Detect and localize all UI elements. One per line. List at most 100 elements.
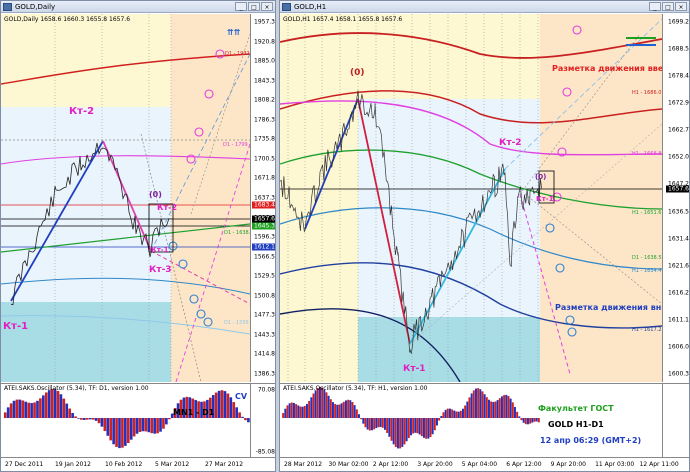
- oscillator-bar: [9, 403, 13, 418]
- maximize-button[interactable]: □: [248, 2, 260, 11]
- oscillator-bar: [214, 392, 218, 418]
- oscillator-bar: [312, 393, 315, 418]
- oscillator-bar: [303, 405, 306, 418]
- h1-oscillator-chart: [282, 387, 540, 449]
- oscillator-bar: [427, 418, 430, 439]
- oscillator-bar: [33, 402, 36, 418]
- h1-kt1-label: Кт-1: [403, 364, 426, 374]
- kt1b-label: Кт-1: [151, 246, 169, 254]
- oscillator-bar: [340, 403, 343, 418]
- oscillator-bar: [457, 411, 460, 418]
- h1-price-tick: 1616.2: [668, 289, 689, 297]
- oscillator-bar: [455, 411, 458, 418]
- daily-oscillator-chart: [3, 388, 250, 449]
- close-button[interactable]: ×: [261, 2, 273, 11]
- oscillator-bar: [425, 418, 428, 439]
- h1-price-plot[interactable]: GOLD,H1 1657.4 1658.1 1655.8 1657.6 (0) …: [280, 14, 674, 382]
- oscillator-bar: [27, 402, 31, 418]
- daily-date-tick: 5 Mar 2012: [155, 461, 190, 468]
- oscillator-bar: [475, 388, 477, 418]
- h1-price-axis[interactable]: 1699.2 1688.5 1678.4 1672.9 1662.7 1652.0 1647…: [662, 14, 689, 382]
- h1-price-tick: 1631.4: [668, 235, 689, 243]
- oscillator-bar: [59, 394, 63, 418]
- oscillator-bar: [407, 418, 410, 439]
- oscillator-bar: [56, 390, 60, 418]
- h1-chart-window[interactable]: GOLD,H1 _ □ × GOLD,H1 1657.4 1658.1 1655…: [279, 0, 690, 472]
- oscillator-bar: [507, 396, 510, 418]
- h1-window-titlebar[interactable]: GOLD,H1 _ □ ×: [280, 1, 689, 13]
- daily-chart-window[interactable]: GOLD,Daily _ □ × GOLD,Daily 1658.6 1660.…: [0, 0, 276, 472]
- oscillator-bar: [6, 407, 10, 418]
- oscillator-bar: [533, 418, 536, 422]
- oscillator-bar: [462, 408, 464, 418]
- daily-price-tick: 1500.8: [254, 292, 275, 300]
- h1-1668-label: H1 - 1668.8: [632, 151, 662, 157]
- close-button[interactable]: ×: [675, 2, 687, 11]
- oscillator-bar: [498, 398, 501, 418]
- oscillator-bar: [440, 415, 443, 418]
- oscillator-bar: [36, 400, 39, 418]
- daily-price-tick: 1386.3: [254, 370, 275, 378]
- h1-date-tick: 28 Mar 2012: [284, 461, 323, 468]
- oscillator-bar: [91, 418, 95, 420]
- oscillator-bar: [77, 418, 80, 419]
- daily-price-tick: 1957.3: [254, 18, 275, 26]
- minimize-button[interactable]: _: [649, 2, 661, 11]
- pair-label: GOLD H1-D1: [548, 420, 604, 429]
- oscillator-bar: [100, 418, 104, 427]
- daily-osc-title: ATEI.SAKS.Oscillator (5.34), TF: D1, ver…: [4, 385, 149, 392]
- maximize-button[interactable]: □: [662, 2, 674, 11]
- oscillator-bar: [433, 418, 436, 431]
- oscillator-bar: [373, 418, 376, 430]
- h1-price-tick: 1621.6: [668, 262, 689, 270]
- oscillator-bar: [47, 390, 51, 418]
- oscillator-bar: [468, 397, 471, 418]
- zero-label: (0): [149, 190, 162, 199]
- oscillator-bar: [527, 418, 529, 425]
- oscillator-bar: [80, 418, 83, 420]
- oscillator-bar: [118, 418, 121, 449]
- h1-date-tick: 6 Apr 12:00: [506, 461, 542, 468]
- daily-price-tick: 1700.5: [254, 155, 275, 163]
- oscillator-bar: [71, 412, 74, 418]
- oscillator-bar: [112, 418, 115, 445]
- daily-price-tick: 1808.2: [254, 96, 275, 104]
- oscillator-bar: [286, 405, 289, 418]
- oscillator-bar: [220, 390, 224, 418]
- oscillator-bar: [299, 406, 302, 418]
- arrows-icon: ⇈⇈: [227, 28, 241, 37]
- minimize-button[interactable]: _: [235, 2, 247, 11]
- oscillator-bar: [349, 400, 352, 418]
- daily-symbol-line: GOLD,Daily 1658.6 1660.3 1655.8 1657.6: [4, 16, 131, 23]
- daily-date-tick: 27 Mar 2012: [205, 461, 244, 468]
- oscillator-bar: [109, 418, 113, 441]
- oscillator-bar: [50, 388, 54, 418]
- daily-oscillator-panel[interactable]: ATEI.SAKS.Oscillator (5.34), TF: D1, ver…: [1, 383, 250, 458]
- oscillator-bar: [295, 404, 298, 418]
- oscillator-bar: [18, 399, 22, 418]
- oscillator-bar: [351, 401, 354, 418]
- daily-window-titlebar[interactable]: GOLD,Daily _ □ ×: [1, 1, 275, 13]
- oscillator-bar: [446, 408, 449, 418]
- oscillator-bar: [377, 418, 380, 428]
- h1-symbol-line: GOLD,H1 1657.4 1658.1 1655.8 1657.6: [283, 16, 403, 23]
- oscillator-bar: [535, 418, 538, 422]
- oscillator-bar: [141, 418, 145, 432]
- d1-mid-label: D1 - 1799: [223, 142, 248, 148]
- oscillator-bar: [83, 418, 86, 420]
- oscillator-bar: [459, 410, 462, 418]
- oscillator-bar: [85, 418, 89, 420]
- oscillator-bar: [314, 390, 317, 418]
- trend-bars-icon: [626, 37, 656, 46]
- oscillator-bar: [121, 418, 124, 448]
- daily-price-axis[interactable]: 1957.3 1920.8 1885.0 1843.3 1808.2 1786.3 1735…: [250, 14, 275, 382]
- oscillator-bar: [501, 396, 503, 418]
- d1-bottom-label: D1 - 1556: [224, 320, 249, 326]
- oscillator-bar: [132, 418, 136, 437]
- h1-oscillator-panel[interactable]: ATEI.SAKS.Oscillator (5.34), TF: H1, ver…: [280, 383, 662, 458]
- oscillator-bar: [403, 418, 406, 445]
- daily-price-plot[interactable]: GOLD,Daily 1658.6 1660.3 1655.8 1657.6 ⇈…: [1, 14, 250, 382]
- oscillator-bar: [126, 418, 130, 444]
- daily-price-tick: 1920.8: [254, 38, 275, 46]
- oscillator-bar: [74, 416, 77, 418]
